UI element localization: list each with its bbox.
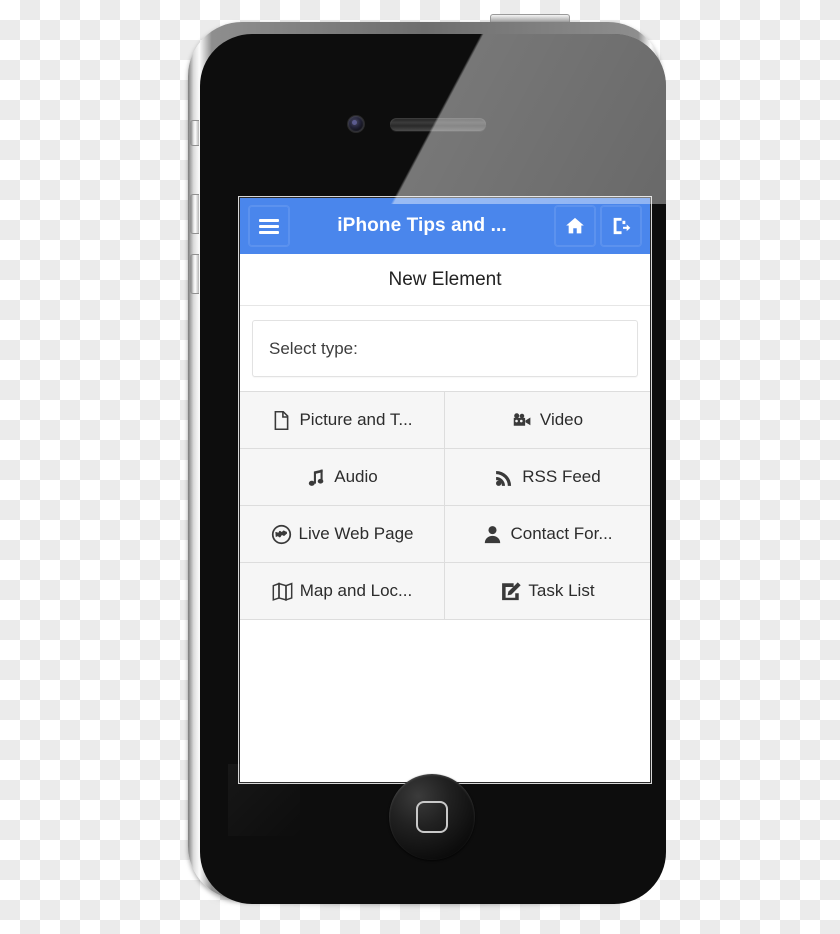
element-type-grid: Picture and T... Video Audio RSS Feed Li… — [240, 391, 650, 620]
phone-screen: iPhone Tips and ... New Element Select t… — [240, 198, 650, 782]
select-type-panel: Select type: — [240, 306, 650, 391]
home-icon — [566, 217, 584, 234]
music-note-icon — [309, 468, 324, 486]
sign-out-icon — [613, 217, 631, 235]
type-cell-contact-form[interactable]: Contact For... — [445, 506, 650, 563]
type-cell-label: RSS Feed — [522, 467, 601, 486]
device-front-glass: iPhone Tips and ... New Element Select t… — [200, 34, 666, 904]
hamburger-menu-button[interactable] — [248, 205, 290, 247]
document-page-icon — [275, 410, 289, 430]
device-metal-bezel: iPhone Tips and ... New Element Select t… — [188, 22, 666, 904]
app-header-bar: iPhone Tips and ... — [240, 198, 650, 254]
globe-icon — [271, 524, 291, 544]
home-square-icon — [416, 801, 448, 833]
map-folded-icon — [272, 582, 293, 601]
rss-feed-icon — [496, 470, 512, 486]
type-cell-live-web-page[interactable]: Live Web Page — [240, 506, 445, 563]
video-camera-icon — [513, 412, 531, 426]
type-cell-map-and-location[interactable]: Map and Loc... — [240, 563, 445, 620]
mute-switch[interactable] — [190, 120, 199, 146]
header-actions — [554, 205, 642, 247]
type-cell-label: Picture and T... — [299, 410, 413, 429]
hamburger-menu-icon — [259, 218, 279, 234]
home-button-hardware[interactable] — [389, 774, 475, 860]
type-cell-picture-and-text[interactable]: Picture and T... — [240, 392, 445, 449]
front-camera-icon — [348, 116, 364, 132]
person-icon — [485, 525, 501, 543]
select-type-input[interactable]: Select type: — [252, 320, 638, 377]
page-title: New Element — [240, 254, 650, 306]
logout-button[interactable] — [600, 205, 642, 247]
screen-empty-area — [240, 620, 650, 782]
type-cell-label: Map and Loc... — [299, 581, 413, 600]
type-cell-label: Live Web Page — [298, 524, 414, 543]
type-cell-audio[interactable]: Audio — [240, 449, 445, 506]
app-title: iPhone Tips and ... — [337, 215, 507, 236]
volume-up-button[interactable] — [190, 194, 199, 234]
select-type-label: Select type: — [269, 338, 358, 358]
image-canvas: iPhone Tips and ... New Element Select t… — [0, 0, 840, 934]
type-cell-label: Audio — [334, 467, 378, 486]
home-button[interactable] — [554, 205, 596, 247]
type-cell-label: Task List — [528, 581, 595, 600]
pencil-square-icon — [502, 581, 522, 600]
type-cell-task-list[interactable]: Task List — [445, 563, 650, 620]
iphone-device: iPhone Tips and ... New Element Select t… — [180, 14, 670, 914]
volume-down-button[interactable] — [190, 254, 199, 294]
earpiece-speaker-icon — [390, 118, 486, 131]
type-cell-label: Contact For... — [510, 524, 613, 543]
type-cell-rss-feed[interactable]: RSS Feed — [445, 449, 650, 506]
type-cell-label: Video — [539, 410, 584, 429]
type-cell-video[interactable]: Video — [445, 392, 650, 449]
